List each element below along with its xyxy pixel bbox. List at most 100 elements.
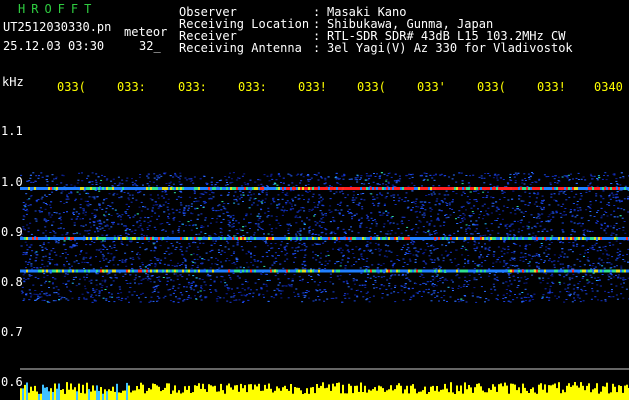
- noise-speck: [22, 252, 25, 254]
- noise-speck: [220, 235, 223, 237]
- noise-speck: [96, 228, 99, 230]
- noise-speck: [336, 203, 339, 205]
- noise-speck: [296, 268, 299, 270]
- noise-speck: [369, 250, 372, 252]
- noise-speck: [301, 280, 304, 282]
- noise-speck: [530, 258, 533, 260]
- noise-speck: [37, 298, 40, 299]
- noise-speck: [513, 250, 516, 252]
- noise-speck: [77, 298, 80, 300]
- noise-speck: [318, 225, 321, 227]
- noise-speck: [297, 293, 300, 295]
- noise-speck: [512, 275, 515, 277]
- noise-speck: [250, 194, 253, 196]
- noise-speck: [141, 243, 144, 244]
- noise-speck: [477, 193, 480, 194]
- noise-speck: [363, 250, 366, 252]
- noise-speck: [87, 292, 90, 294]
- noise-speck: [195, 233, 198, 235]
- noise-speck: [139, 246, 142, 248]
- noise-speck: [261, 228, 264, 230]
- noise-speck: [320, 252, 322, 254]
- noise-speck: [85, 277, 88, 278]
- noise-speck: [355, 213, 358, 215]
- noise-speck: [495, 201, 498, 203]
- noise-speck: [292, 208, 295, 210]
- noise-speck: [279, 244, 282, 246]
- noise-speck: [136, 242, 139, 243]
- noise-speck: [456, 223, 459, 224]
- noise-speck: [207, 225, 209, 227]
- noise-speck: [467, 203, 470, 205]
- noise-speck: [624, 232, 627, 234]
- noise-speck: [281, 198, 284, 200]
- noise-speck: [250, 289, 252, 291]
- noise-speck: [539, 246, 542, 248]
- noise-speck: [597, 210, 600, 212]
- noise-speck: [53, 235, 56, 237]
- noise-speck: [415, 234, 417, 236]
- noise-speck: [287, 173, 290, 175]
- noise-speck: [570, 211, 572, 213]
- noise-speck: [158, 174, 161, 176]
- noise-speck: [393, 200, 396, 201]
- noise-speck: [404, 274, 407, 276]
- noise-speck: [496, 294, 499, 296]
- noise-speck: [600, 196, 603, 198]
- noise-speck: [400, 232, 403, 234]
- noise-speck: [360, 198, 363, 200]
- noise-speck: [392, 196, 395, 198]
- noise-speck: [559, 254, 562, 256]
- noise-speck: [465, 209, 467, 211]
- noise-speck: [381, 214, 384, 216]
- noise-speck: [324, 260, 327, 262]
- noise-speck: [579, 260, 582, 262]
- noise-speck: [430, 234, 433, 235]
- noise-speck: [374, 281, 377, 283]
- noise-speck: [227, 203, 230, 205]
- noise-speck: [317, 204, 320, 206]
- noise-speck: [102, 297, 105, 299]
- noise-speck: [48, 214, 51, 216]
- noise-speck: [93, 215, 96, 216]
- noise-speck: [195, 298, 198, 300]
- noise-speck: [503, 301, 506, 302]
- noise-speck: [93, 217, 96, 219]
- noise-speck: [491, 230, 494, 232]
- noise-speck: [430, 294, 433, 296]
- noise-speck: [22, 208, 25, 210]
- noise-speck: [483, 203, 486, 205]
- noise-speck: [457, 298, 460, 300]
- noise-speck: [356, 179, 359, 181]
- noise-speck: [43, 299, 46, 301]
- noise-speck: [561, 229, 564, 231]
- noise-speck: [610, 214, 613, 216]
- noise-speck: [324, 240, 327, 242]
- noise-speck: [326, 298, 329, 300]
- noise-speck: [376, 268, 379, 270]
- noise-speck: [585, 240, 588, 242]
- noise-speck: [365, 245, 368, 247]
- noise-speck: [513, 243, 516, 245]
- noise-speck: [537, 213, 540, 215]
- noise-speck: [430, 245, 432, 247]
- noise-speck: [353, 199, 356, 201]
- noise-speck: [190, 288, 193, 290]
- noise-speck: [231, 181, 234, 183]
- noise-speck: [128, 194, 131, 196]
- noise-speck: [378, 211, 381, 213]
- noise-speck: [501, 192, 504, 194]
- noise-speck: [28, 299, 31, 301]
- noise-speck: [402, 266, 405, 267]
- noise-speck: [244, 183, 247, 185]
- noise-speck: [199, 296, 202, 298]
- noise-speck: [284, 235, 287, 237]
- noise-speck: [432, 267, 435, 269]
- noise-speck: [521, 179, 524, 181]
- noise-speck: [80, 250, 83, 251]
- noise-speck: [283, 285, 286, 287]
- noise-speck: [360, 193, 363, 195]
- noise-speck: [203, 200, 206, 202]
- noise-speck: [369, 242, 372, 244]
- noise-speck: [438, 265, 441, 267]
